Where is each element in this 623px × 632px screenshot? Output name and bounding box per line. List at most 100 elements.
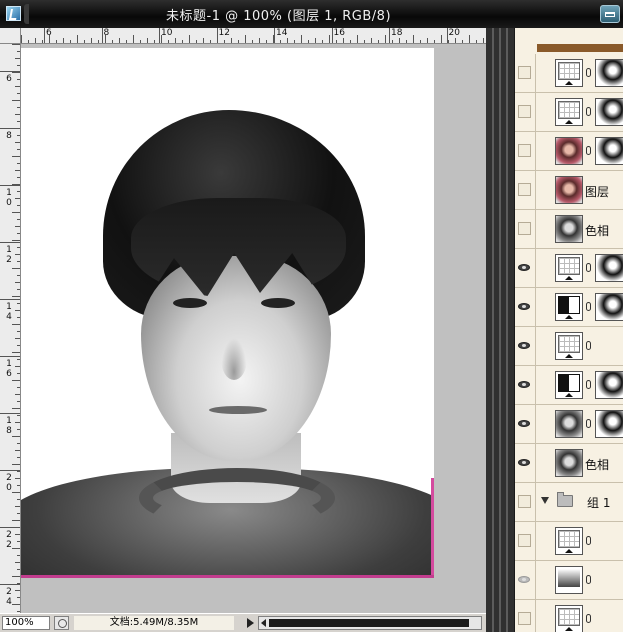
- ruler-tick: [364, 40, 365, 43]
- layer-visibility-toggle[interactable]: [515, 132, 536, 170]
- curves-adjustment-icon[interactable]: [555, 254, 583, 282]
- visibility-box[interactable]: [518, 222, 531, 235]
- layer-visibility-toggle[interactable]: [515, 366, 536, 404]
- layer-visibility-toggle[interactable]: [515, 210, 536, 248]
- visibility-box[interactable]: [518, 144, 531, 157]
- group-expand-icon[interactable]: [541, 497, 549, 504]
- scrollbar-thumb[interactable]: [269, 619, 469, 627]
- layer-group-row[interactable]: 组 1: [515, 483, 623, 522]
- ruler-major-tick: [101, 28, 103, 43]
- layer-visibility-toggle[interactable]: [515, 93, 536, 131]
- link-chain-icon[interactable]: [586, 341, 591, 350]
- link-chain-icon[interactable]: [586, 302, 591, 311]
- layer-visibility-toggle[interactable]: [515, 600, 536, 632]
- layer-row[interactable]: 色相: [515, 444, 623, 483]
- horizontal-scrollbar[interactable]: [258, 616, 482, 630]
- ruler-major-tick: [0, 584, 20, 585]
- layer-row[interactable]: [515, 522, 623, 561]
- ruler-tick: [17, 51, 20, 52]
- horizontal-ruler[interactable]: 6 8 10 12 14 16 18 20: [21, 28, 486, 44]
- visibility-box[interactable]: [518, 105, 531, 118]
- layer-row[interactable]: [515, 366, 623, 405]
- layer-row[interactable]: 图层: [515, 171, 623, 210]
- layer-mask-thumbnail[interactable]: [595, 410, 623, 438]
- layer-thumbnail[interactable]: [555, 449, 583, 477]
- layer-visibility-toggle[interactable]: [515, 249, 536, 287]
- curves-adjustment-icon[interactable]: [555, 98, 583, 126]
- layer-row[interactable]: 色相: [515, 210, 623, 249]
- layer-thumbnail[interactable]: [555, 215, 583, 243]
- layer-row[interactable]: [515, 327, 623, 366]
- ruler-tick: [17, 359, 20, 360]
- visibility-box[interactable]: [518, 612, 531, 625]
- layer-row[interactable]: [515, 93, 623, 132]
- canvas-area[interactable]: [21, 44, 486, 613]
- layer-visibility-toggle[interactable]: [515, 522, 536, 560]
- visibility-box[interactable]: [518, 495, 531, 508]
- eye-icon[interactable]: [518, 342, 530, 349]
- layer-mask-thumbnail[interactable]: [595, 98, 623, 126]
- layer-visibility-toggle[interactable]: [515, 444, 536, 482]
- layer-visibility-toggle[interactable]: [515, 483, 536, 521]
- layer-visibility-toggle[interactable]: [515, 561, 536, 599]
- visibility-box[interactable]: [518, 183, 531, 196]
- layer-mask-thumbnail[interactable]: [595, 293, 623, 321]
- curves-adjustment-icon[interactable]: [555, 332, 583, 360]
- visibility-box[interactable]: [518, 66, 531, 79]
- layer-row[interactable]: [515, 600, 623, 632]
- link-chain-icon[interactable]: [586, 68, 591, 77]
- link-chain-icon[interactable]: [586, 380, 591, 389]
- layer-visibility-toggle[interactable]: [515, 288, 536, 326]
- scroll-left-arrow-icon[interactable]: [261, 619, 266, 627]
- eye-icon[interactable]: [518, 381, 530, 388]
- layer-visibility-toggle[interactable]: [515, 405, 536, 443]
- vertical-ruler[interactable]: 6 8 10 12 14 16 18 20 22 24: [0, 44, 21, 613]
- ruler-tick: [12, 436, 20, 437]
- layer-row[interactable]: [515, 405, 623, 444]
- layer-visibility-toggle[interactable]: [515, 327, 536, 365]
- link-chain-icon[interactable]: [586, 263, 591, 272]
- link-chain-icon[interactable]: [586, 575, 591, 584]
- ruler-origin[interactable]: [0, 28, 21, 44]
- layer-visibility-toggle[interactable]: [515, 54, 536, 92]
- link-chain-icon[interactable]: [586, 536, 591, 545]
- link-chain-icon[interactable]: [586, 614, 591, 623]
- eye-icon[interactable]: [518, 420, 530, 427]
- status-menu-arrow-icon[interactable]: [247, 618, 254, 628]
- ruler-tick: [15, 310, 20, 311]
- layer-thumbnail[interactable]: [555, 410, 583, 438]
- photoshop-app-icon[interactable]: [6, 6, 21, 21]
- layer-thumbnail[interactable]: [555, 176, 583, 204]
- curves-adjustment-icon[interactable]: [555, 605, 583, 632]
- curves-adjustment-icon[interactable]: [555, 527, 583, 555]
- link-chain-icon[interactable]: [586, 419, 591, 428]
- layer-row[interactable]: [515, 249, 623, 288]
- levels-adjustment-icon[interactable]: [555, 371, 583, 399]
- layer-mask-thumbnail[interactable]: [595, 137, 623, 165]
- portrait-photo-canvas[interactable]: [21, 48, 434, 578]
- layer-mask-thumbnail[interactable]: [595, 59, 623, 87]
- ruler-major-tick: [0, 470, 20, 471]
- status-info-icon[interactable]: [54, 616, 69, 630]
- curves-adjustment-icon[interactable]: [555, 59, 583, 87]
- layer-thumbnail[interactable]: [555, 137, 583, 165]
- eye-icon[interactable]: [518, 576, 530, 583]
- eye-icon[interactable]: [518, 264, 530, 271]
- layer-row[interactable]: [515, 132, 623, 171]
- restore-window-icon[interactable]: [600, 5, 620, 23]
- levels-adjustment-icon[interactable]: [555, 293, 583, 321]
- link-chain-icon[interactable]: [586, 107, 591, 116]
- link-chain-icon[interactable]: [586, 146, 591, 155]
- visibility-box[interactable]: [518, 534, 531, 547]
- ruler-tick: [147, 38, 148, 43]
- eye-icon[interactable]: [518, 459, 530, 466]
- layer-row[interactable]: [515, 288, 623, 327]
- layer-mask-thumbnail[interactable]: [595, 254, 623, 282]
- layer-row[interactable]: [515, 54, 623, 93]
- eye-icon[interactable]: [518, 303, 530, 310]
- zoom-level-field[interactable]: 100%: [2, 616, 50, 630]
- layer-visibility-toggle[interactable]: [515, 171, 536, 209]
- gradient-map-icon[interactable]: [555, 566, 583, 594]
- layer-row[interactable]: [515, 561, 623, 600]
- layer-mask-thumbnail[interactable]: [595, 371, 623, 399]
